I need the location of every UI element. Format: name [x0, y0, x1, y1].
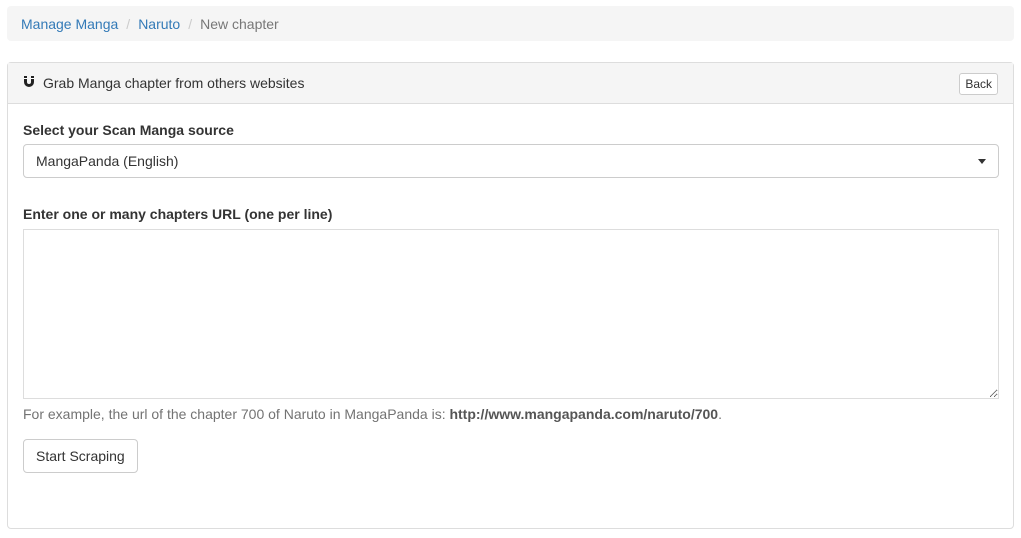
urls-textarea[interactable] [23, 229, 999, 399]
magnet-icon [23, 75, 37, 91]
breadcrumb-active: New chapter [200, 16, 279, 32]
breadcrumb-separator: / [188, 16, 193, 32]
panel-title: Grab Manga chapter from others websites [43, 75, 305, 91]
breadcrumb-naruto[interactable]: Naruto [138, 16, 180, 32]
help-example-url: http://www.mangapanda.com/naruto/700 [449, 406, 719, 422]
help-text: For example, the url of the chapter 700 … [23, 406, 722, 422]
source-label: Select your Scan Manga source [23, 122, 234, 138]
back-button[interactable]: Back [959, 73, 998, 95]
breadcrumb-manage-manga[interactable]: Manage Manga [21, 16, 118, 32]
grab-panel: Grab Manga chapter from others websites … [7, 62, 1014, 529]
breadcrumb: Manage Manga / Naruto / New chapter [7, 6, 1014, 41]
source-select[interactable]: MangaPanda (English) [23, 144, 999, 178]
help-suffix: . [718, 406, 722, 422]
start-scraping-button[interactable]: Start Scraping [23, 439, 138, 473]
panel-header: Grab Manga chapter from others websites … [8, 63, 1013, 104]
urls-label: Enter one or many chapters URL (one per … [23, 206, 333, 222]
caret-down-icon [978, 159, 986, 164]
help-prefix: For example, the url of the chapter 700 … [23, 406, 450, 422]
breadcrumb-separator: / [126, 16, 131, 32]
source-select-value: MangaPanda (English) [36, 153, 179, 169]
